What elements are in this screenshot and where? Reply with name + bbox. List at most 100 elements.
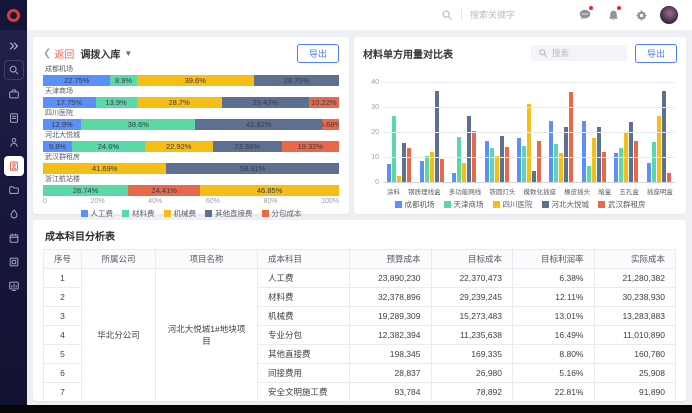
notifications-button[interactable] [604, 6, 622, 24]
transfer-axis: 020%40%60%80%100% [43, 198, 339, 205]
bar [527, 104, 531, 183]
bar [462, 163, 466, 183]
cell-subject: 人工费 [258, 269, 350, 288]
global-search-input[interactable] [470, 10, 540, 20]
bar [435, 91, 439, 184]
bar [587, 166, 591, 184]
category-label: 涂料 [387, 186, 400, 196]
search-icon[interactable] [441, 9, 453, 21]
bar [505, 147, 509, 183]
sidebar-item-schedule[interactable] [4, 228, 24, 248]
column-header: 成本科目 [258, 250, 350, 269]
cell-no: 5 [44, 345, 82, 364]
sidebar-item-documents[interactable] [4, 108, 24, 128]
segment-value: 38.6% [128, 120, 149, 129]
sidebar-item-projects[interactable] [4, 84, 24, 104]
bar-segment: 41.69% [43, 163, 166, 174]
chevron-down-icon[interactable]: ▼ [124, 49, 132, 58]
bar [517, 138, 521, 183]
axis-tick-label: 0 [363, 179, 379, 186]
back-chevron-icon[interactable]: ❮ [43, 48, 51, 59]
cell-margin: 6.38% [513, 269, 595, 288]
category-label: 橡皮插头 [564, 186, 590, 196]
bar-segment: 38.6% [81, 119, 195, 130]
app-logo[interactable] [0, 0, 27, 30]
legend-label: 武汉群租房 [608, 199, 646, 210]
export-button[interactable]: 导出 [635, 44, 677, 63]
column-header: 实际成本 [594, 250, 676, 269]
cell-budget: 198,345 [350, 345, 432, 364]
settings-button[interactable] [632, 6, 650, 24]
search-icon [538, 48, 548, 58]
legend-item[interactable]: 材料费 [122, 208, 155, 219]
sidebar-item-reports[interactable] [4, 276, 24, 296]
cell-target: 22,370,473 [431, 269, 513, 288]
legend-item[interactable]: 河北大悦城 [542, 199, 590, 210]
sidebar-item-members[interactable] [4, 132, 24, 152]
sidebar-item-files[interactable] [4, 180, 24, 200]
sidebar-item-packages[interactable] [4, 252, 24, 272]
cell-target: 78,892 [431, 383, 513, 402]
legend-item[interactable]: 人工费 [81, 208, 114, 219]
bar-segment: 9.8% [43, 141, 72, 152]
user-avatar[interactable] [660, 6, 678, 24]
gridline [383, 157, 675, 158]
cell-subject: 材料费 [258, 288, 350, 307]
bar-group [549, 83, 573, 183]
back-link[interactable]: 返回 [54, 46, 74, 61]
material-search-input[interactable] [552, 48, 616, 58]
bar-segment: 28.7% [137, 97, 222, 108]
legend-item[interactable]: 成都机场 [395, 199, 435, 210]
bar-segment: 29.43% [222, 97, 309, 108]
sidebar-item-collapse[interactable] [4, 36, 24, 56]
legend-item[interactable]: 其他直接费 [205, 208, 253, 219]
cell-target: 26,980 [431, 364, 513, 383]
sidebar-item-resources[interactable] [4, 204, 24, 224]
bar-segment: 23.36% [213, 141, 282, 152]
cell-subject: 其他直接费 [258, 345, 350, 364]
sidebar-item-search[interactable] [4, 60, 24, 80]
bar-segment: 19.32% [282, 141, 339, 152]
cell-budget: 28,837 [350, 364, 432, 383]
sidebar-item-cost-analysis[interactable] [4, 156, 24, 176]
transfer-bar-label: 天津商场 [43, 88, 339, 96]
axis-tick-label: 0 [43, 198, 47, 205]
bar-segment: 5.68% [322, 119, 339, 130]
cost-table: 序号所属公司项目名称成本科目预算成本目标成本目标利润率实际成本 1华北分公司河北… [43, 249, 676, 402]
legend-item[interactable]: 四川医院 [493, 199, 533, 210]
notification-badge [589, 6, 593, 10]
bar-segment: 46.85% [200, 185, 339, 196]
segment-value: 22.75% [64, 76, 89, 85]
transfer-bar-row: 成都机场22.75%8.9%39.6%28.75% [43, 66, 339, 86]
topbar [0, 0, 692, 30]
legend-swatch [262, 210, 269, 217]
export-button[interactable]: 导出 [297, 44, 339, 63]
cell-actual: 11,010,890 [594, 326, 676, 345]
search-icon [8, 64, 20, 76]
bar-group [647, 83, 671, 183]
transfer-bar: 41.69%58.31% [43, 163, 339, 174]
bar-group [517, 83, 541, 183]
legend-item[interactable]: 机械费 [164, 208, 197, 219]
segment-value: 28.7% [169, 98, 190, 107]
legend-swatch [542, 201, 549, 208]
legend-item[interactable]: 分包成本 [262, 208, 302, 219]
bar-segment: 24.6% [72, 141, 145, 152]
segment-value: 29.43% [252, 98, 277, 107]
transfer-bar-row: 天津商场17.75%13.9%28.7%29.43%10.22% [43, 88, 339, 108]
cell-budget: 19,289,309 [350, 307, 432, 326]
box-icon [8, 256, 20, 268]
bar [537, 141, 541, 184]
bar-segment: 58.31% [166, 163, 339, 174]
cell-actual: 21,280,382 [594, 269, 676, 288]
segment-value: 19.32% [298, 142, 323, 151]
category-label: 暗盒 [598, 186, 611, 196]
legend-item[interactable]: 武汉群租房 [598, 199, 646, 210]
gridline [383, 132, 675, 133]
cell-no: 6 [44, 364, 82, 383]
legend-item[interactable]: 天津商场 [444, 199, 484, 210]
message-button[interactable] [576, 6, 594, 24]
segment-value: 39.6% [185, 76, 206, 85]
category-label: 模数化插座 [523, 186, 556, 196]
material-panel-header: 材料单方用量对比表 导出 [363, 42, 677, 64]
